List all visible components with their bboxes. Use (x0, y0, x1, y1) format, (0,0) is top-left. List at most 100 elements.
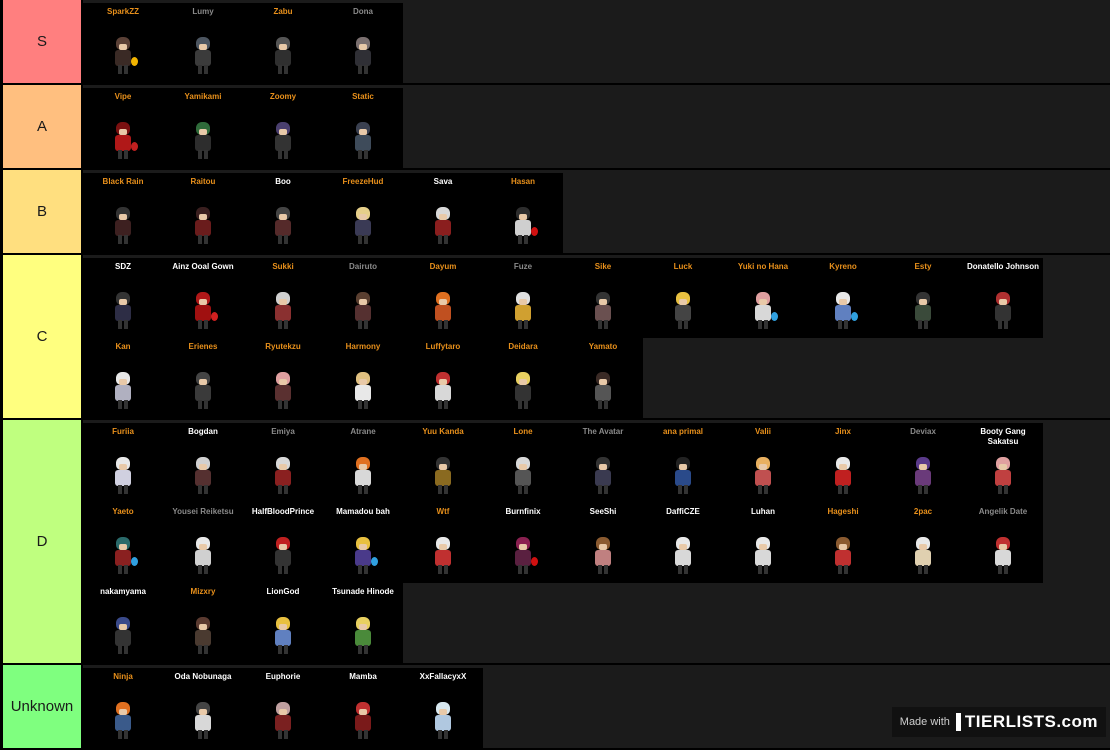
character-sprite-icon (192, 537, 214, 575)
tier-item-card[interactable]: nakamyama (83, 583, 163, 663)
tier-item-card[interactable]: Jinx (803, 423, 883, 503)
tier-item-card[interactable]: LionGod (243, 583, 323, 663)
tier-item-card[interactable]: Dayum (403, 258, 483, 338)
character-name: Yamato (588, 342, 618, 351)
tier-row-a: A Vipe Yamikami Zoomy Static (0, 85, 1110, 170)
tier-item-card[interactable]: SDZ (83, 258, 163, 338)
tier-item-card[interactable]: Luhan (723, 503, 803, 583)
made-with-badge[interactable]: Made with TIERLISTS.com (891, 707, 1106, 737)
tier-item-card[interactable]: Oda Nobunaga (163, 668, 243, 748)
tier-item-card[interactable]: Sukki (243, 258, 323, 338)
tier-item-card[interactable]: Sike (563, 258, 643, 338)
tier-item-card[interactable]: ana primal (643, 423, 723, 503)
tier-item-card[interactable]: Static (323, 88, 403, 168)
tier-item-card[interactable]: Fuze (483, 258, 563, 338)
tier-item-card[interactable]: SeeShi (563, 503, 643, 583)
tier-item-card[interactable]: Yuu Kanda (403, 423, 483, 503)
character-name: ana primal (662, 427, 703, 436)
character-sprite-icon (832, 292, 858, 330)
tier-item-card[interactable]: The Avatar (563, 423, 643, 503)
tier-item-card[interactable]: Angelik Date (963, 503, 1043, 583)
tier-item-card[interactable]: 2pac (883, 503, 963, 583)
tier-label[interactable]: C (0, 255, 83, 418)
tier-item-card[interactable]: Dairuto (323, 258, 403, 338)
tier-item-card[interactable]: Booty Gang Sakatsu (963, 423, 1043, 503)
tier-item-card[interactable]: Erienes (163, 338, 243, 418)
tier-label[interactable]: A (0, 85, 83, 168)
tier-item-card[interactable]: Valii (723, 423, 803, 503)
tier-item-card[interactable]: Atrane (323, 423, 403, 503)
tier-item-card[interactable]: Yuki no Hana (723, 258, 803, 338)
character-name: SparkZZ (106, 7, 139, 16)
character-sprite-icon (192, 702, 214, 740)
character-sprite-icon (992, 292, 1014, 330)
tier-item-card[interactable]: Yousei Reiketsu (163, 503, 243, 583)
tier-item-card[interactable]: Ninja (83, 668, 163, 748)
tier-item-card[interactable]: DaffiCZE (643, 503, 723, 583)
tier-item-card[interactable]: Ainz Ooal Gown (163, 258, 243, 338)
tier-item-card[interactable]: Lumy (163, 3, 243, 83)
tier-item-card[interactable]: Dona (323, 3, 403, 83)
tier-item-card[interactable]: Hasan (483, 173, 563, 253)
tier-item-card[interactable]: Wtf (403, 503, 483, 583)
tier-item-card[interactable]: Vipe (83, 88, 163, 168)
character-name: Hasan (510, 177, 535, 186)
tier-item-card[interactable]: Raitou (163, 173, 243, 253)
tier-item-card[interactable]: Zoomy (243, 88, 323, 168)
tier-item-card[interactable]: Euphorie (243, 668, 323, 748)
tier-item-card[interactable]: Mamadou bah (323, 503, 403, 583)
tier-label[interactable]: B (0, 170, 83, 253)
tier-item-card[interactable]: Black Rain (83, 173, 163, 253)
tier-item-card[interactable]: Esty (883, 258, 963, 338)
tier-item-card[interactable]: FreezeHud (323, 173, 403, 253)
tier-item-card[interactable]: Kan (83, 338, 163, 418)
character-sprite-icon (192, 617, 214, 655)
character-name: Emiya (271, 427, 295, 436)
tier-item-card[interactable]: Deviax (883, 423, 963, 503)
tier-label[interactable]: S (0, 0, 83, 83)
character-name: Kan (115, 342, 131, 351)
character-name: SDZ (115, 262, 131, 271)
character-name: Euphorie (265, 672, 301, 681)
tier-item-card[interactable]: Emiya (243, 423, 323, 503)
character-sprite-icon (832, 537, 854, 575)
tier-item-card[interactable]: Mizxry (163, 583, 243, 663)
character-name: Hageshi (827, 507, 859, 516)
tier-item-card[interactable]: Deidara (483, 338, 563, 418)
tier-item-card[interactable]: Yamikami (163, 88, 243, 168)
character-sprite-icon (592, 537, 614, 575)
tier-item-card[interactable]: Donatello Johnson (963, 258, 1043, 338)
character-sprite-icon (352, 537, 378, 575)
tier-item-card[interactable]: Bogdan (163, 423, 243, 503)
character-name: Valii (754, 427, 771, 436)
character-sprite-icon (832, 457, 854, 495)
tier-item-card[interactable]: Sava (403, 173, 483, 253)
tier-item-card[interactable]: Luck (643, 258, 723, 338)
character-sprite-icon (112, 537, 138, 575)
tier-item-card[interactable]: Furiia (83, 423, 163, 503)
tier-item-card[interactable]: Zabu (243, 3, 323, 83)
tier-label[interactable]: Unknown (0, 665, 83, 748)
tier-row-b: B Black Rain Raitou Boo FreezeHud Sava Hasan (0, 170, 1110, 255)
tier-item-card[interactable]: XxFallacyxX (403, 668, 483, 748)
character-name: Fuze (513, 262, 533, 271)
character-sprite-icon (352, 702, 374, 740)
tier-item-card[interactable]: Harmony (323, 338, 403, 418)
tier-item-card[interactable]: Burnfinix (483, 503, 563, 583)
tier-item-card[interactable]: Luffytaro (403, 338, 483, 418)
tier-item-card[interactable]: Lone (483, 423, 563, 503)
tier-item-card[interactable]: Tsunade Hinode (323, 583, 403, 663)
tier-item-card[interactable]: SparkZZ (83, 3, 163, 83)
tier-item-card[interactable]: Boo (243, 173, 323, 253)
tier-item-card[interactable]: Yaeto (83, 503, 163, 583)
tier-label[interactable]: D (0, 420, 83, 663)
tier-item-card[interactable]: HalfBloodPrince (243, 503, 323, 583)
tier-item-card[interactable]: Mamba (323, 668, 403, 748)
tier-item-card[interactable]: Hageshi (803, 503, 883, 583)
tier-item-card[interactable]: Yamato (563, 338, 643, 418)
character-sprite-icon (272, 702, 294, 740)
tier-item-card[interactable]: Kyreno (803, 258, 883, 338)
tier-item-card[interactable]: Ryutekzu (243, 338, 323, 418)
character-sprite-icon (272, 617, 294, 655)
character-name: Lumy (192, 7, 214, 16)
